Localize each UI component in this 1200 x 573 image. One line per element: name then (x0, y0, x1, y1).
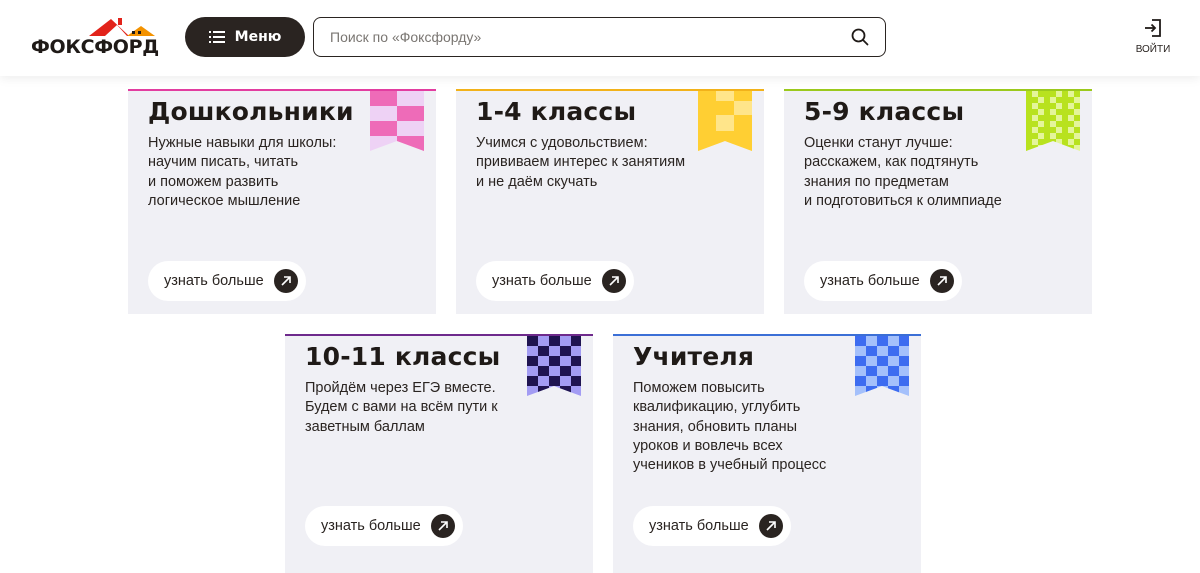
header: ФОКСФОРД Меню ВОЙТИ (0, 0, 1200, 76)
ribbon-pattern-icon (527, 336, 581, 396)
card-description: Оценки станут лучше: расскажем, как подт… (804, 135, 1002, 209)
arrow-up-right-icon (602, 269, 626, 293)
card-preschool[interactable]: Дошкольники Нужные навыки для школы: нау… (128, 89, 436, 314)
card-description: Учимся с удовольствием: прививаем интере… (476, 135, 686, 190)
learn-more-button[interactable]: узнать больше (476, 261, 634, 301)
card-description: Поможем повысить квалификацию, углубить … (633, 380, 827, 474)
login-label: ВОЙТИ (1135, 44, 1171, 55)
login-icon (1145, 19, 1161, 37)
learn-more-button[interactable]: узнать больше (148, 261, 306, 301)
search-icon[interactable] (851, 28, 869, 46)
arrow-up-right-icon (274, 269, 298, 293)
search-box[interactable] (313, 17, 886, 57)
arrow-up-right-icon (431, 514, 455, 538)
card-description: Пройдём через ЕГЭ вместе. Будем с вами н… (305, 380, 498, 435)
card-title: 5-9 классы (804, 97, 965, 126)
ribbon-pattern-icon (855, 336, 909, 396)
card-grades-10-11[interactable]: 10-11 классы Пройдём через ЕГЭ вместе. Б… (285, 334, 593, 573)
house-roof-icon (89, 18, 155, 36)
search-input[interactable] (330, 29, 851, 45)
menu-list-icon (208, 31, 225, 43)
card-title: 1-4 классы (476, 97, 637, 126)
card-title: Учителя (633, 342, 755, 371)
card-grades-5-9[interactable]: 5-9 классы Оценки станут лучше: расскаже… (784, 89, 1092, 314)
learn-more-button[interactable]: узнать больше (305, 506, 463, 546)
learn-more-label: узнать больше (820, 273, 920, 289)
learn-more-button[interactable]: узнать больше (804, 261, 962, 301)
card-description: Нужные навыки для школы: научим писать, … (148, 135, 337, 209)
ribbon-pattern-icon (1026, 91, 1080, 151)
card-title: Дошкольники (148, 97, 354, 126)
login-button[interactable]: ВОЙТИ (1128, 18, 1178, 60)
learn-more-label: узнать больше (492, 273, 592, 289)
arrow-up-right-icon (930, 269, 954, 293)
learn-more-label: узнать больше (164, 273, 264, 289)
ribbon-pattern-icon (370, 91, 424, 151)
learn-more-label: узнать больше (321, 518, 421, 534)
ribbon-pattern-icon (698, 91, 752, 151)
learn-more-label: узнать больше (649, 518, 749, 534)
logo-text: ФОКСФОРД (31, 36, 159, 58)
card-title: 10-11 классы (305, 342, 501, 371)
menu-button[interactable]: Меню (185, 17, 305, 57)
card-teachers[interactable]: Учителя Поможем повысить квалификацию, у… (613, 334, 921, 573)
learn-more-button[interactable]: узнать больше (633, 506, 791, 546)
arrow-up-right-icon (759, 514, 783, 538)
foxford-logo[interactable]: ФОКСФОРД (31, 17, 171, 59)
menu-label: Меню (234, 29, 282, 45)
card-grades-1-4[interactable]: 1-4 классы Учимся с удовольствием: приви… (456, 89, 764, 314)
